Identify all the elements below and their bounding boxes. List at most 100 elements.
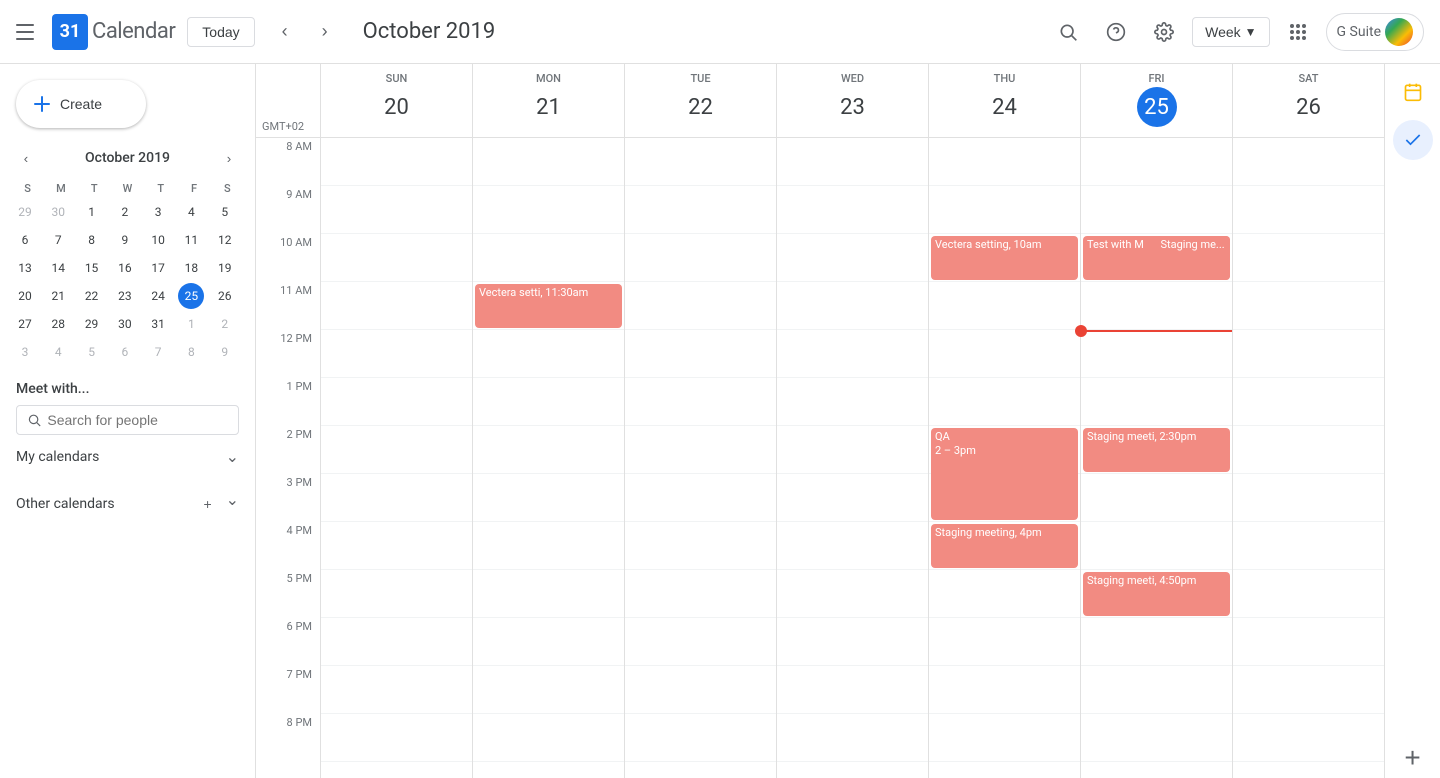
mini-cal-day[interactable]: 17 — [145, 255, 171, 281]
time-label: 10 AM — [256, 234, 320, 282]
mini-cal-day[interactable]: 26 — [212, 283, 238, 309]
mini-cal-day[interactable]: 5 — [79, 339, 105, 365]
mini-cal-day[interactable]: 10 — [145, 227, 171, 253]
apps-button[interactable] — [1278, 12, 1318, 52]
calendar-event[interactable]: Staging meeti, 2:30pm — [1083, 428, 1230, 472]
right-check-icon[interactable] — [1393, 120, 1433, 160]
mini-cal-day[interactable]: 2 — [112, 199, 138, 225]
search-people-field[interactable] — [16, 405, 239, 435]
mini-cal-day[interactable]: 16 — [112, 255, 138, 281]
mini-cal-day[interactable]: 1 — [178, 311, 204, 337]
day-col-3[interactable] — [776, 138, 928, 778]
day-num: 22 — [681, 87, 721, 127]
time-label: 1 PM — [256, 378, 320, 426]
mini-cal-day[interactable]: 21 — [45, 283, 71, 309]
hour-line — [625, 714, 776, 762]
mini-cal-day[interactable]: 30 — [45, 199, 71, 225]
day-col-4[interactable]: Vectera setting, 10am QA 2 – 3pmStaging m… — [928, 138, 1080, 778]
mini-cal-dow: F — [178, 180, 209, 197]
mini-cal-day[interactable]: 12 — [212, 227, 238, 253]
mini-cal-day[interactable]: 11 — [178, 227, 204, 253]
mini-cal-prev[interactable]: ‹ — [12, 144, 40, 172]
app-logo[interactable]: 31 Calendar — [52, 14, 175, 50]
mini-cal-day[interactable]: 5 — [212, 199, 238, 225]
mini-cal-day[interactable]: 30 — [112, 311, 138, 337]
prev-arrow[interactable]: ‹ — [267, 14, 303, 50]
day-col-6[interactable] — [1232, 138, 1384, 778]
mini-cal-day[interactable]: 18 — [178, 255, 204, 281]
day-header-wed[interactable]: WED23 — [776, 64, 928, 137]
mini-cal-day[interactable]: 4 — [178, 199, 204, 225]
day-col-2[interactable] — [624, 138, 776, 778]
help-button[interactable] — [1096, 12, 1136, 52]
week-selector[interactable]: Week ▼ — [1192, 17, 1269, 47]
mini-cal-day[interactable]: 1 — [79, 199, 105, 225]
calendar-event[interactable]: Staging meeti, 4:50pm — [1083, 572, 1230, 616]
mini-cal-day[interactable]: 3 — [145, 199, 171, 225]
settings-button[interactable] — [1144, 12, 1184, 52]
hamburger-icon[interactable] — [16, 20, 40, 44]
mini-cal-day[interactable]: 25 — [178, 283, 204, 309]
hour-line — [473, 186, 624, 234]
hour-line — [777, 138, 928, 186]
right-add-button[interactable]: + — [1393, 738, 1433, 778]
my-calendars-section: My calendars ⌄ — [0, 435, 255, 478]
mini-cal-day[interactable]: 6 — [112, 339, 138, 365]
mini-cal-day[interactable]: 4 — [45, 339, 71, 365]
day-col-5[interactable]: Test with MStaging me...Staging meeti, 2… — [1080, 138, 1232, 778]
mini-cal-day[interactable]: 27 — [12, 311, 38, 337]
mini-cal-day[interactable]: 29 — [12, 199, 38, 225]
day-header-fri[interactable]: FRI25 — [1080, 64, 1232, 137]
logo-box: 31 — [52, 14, 88, 50]
calendar-event[interactable]: Vectera setting, 10am — [931, 236, 1078, 280]
calendar-event[interactable]: Staging me... — [1157, 236, 1231, 280]
search-button[interactable] — [1048, 12, 1088, 52]
right-calendar-icon[interactable] — [1393, 72, 1433, 112]
day-col-1[interactable]: Vectera setti, 11:30am — [472, 138, 624, 778]
mini-cal-day[interactable]: 15 — [79, 255, 105, 281]
mini-cal-day[interactable]: 23 — [112, 283, 138, 309]
today-button[interactable]: Today — [187, 17, 254, 47]
mini-cal-day[interactable]: 7 — [45, 227, 71, 253]
hour-line — [321, 522, 472, 570]
mini-cal-day[interactable]: 22 — [79, 283, 105, 309]
mini-cal-day[interactable]: 14 — [45, 255, 71, 281]
my-calendars-header[interactable]: My calendars ⌄ — [0, 439, 255, 474]
mini-cal-day[interactable]: 29 — [79, 311, 105, 337]
day-header-tue[interactable]: TUE22 — [624, 64, 776, 137]
search-people-input[interactable] — [47, 412, 228, 428]
other-calendars-header[interactable]: Other calendars + ⌄ — [0, 482, 255, 526]
day-col-0[interactable] — [320, 138, 472, 778]
mini-cal-day[interactable]: 13 — [12, 255, 38, 281]
mini-cal-day[interactable]: 9 — [112, 227, 138, 253]
hour-line — [321, 714, 472, 762]
mini-cal-day[interactable]: 28 — [45, 311, 71, 337]
calendar-event[interactable]: Staging meeting, 4pm — [931, 524, 1078, 568]
mini-cal-day[interactable]: 31 — [145, 311, 171, 337]
mini-cal-day[interactable]: 6 — [12, 227, 38, 253]
day-header-sat[interactable]: SAT26 — [1232, 64, 1384, 137]
day-header-mon[interactable]: MON21 — [472, 64, 624, 137]
calendar-event[interactable]: QA 2 – 3pm — [931, 428, 1078, 520]
other-calendars-add[interactable]: + — [194, 490, 222, 518]
mini-cal-day[interactable]: 7 — [145, 339, 171, 365]
next-arrow[interactable]: › — [307, 14, 343, 50]
mini-cal-day[interactable]: 24 — [145, 283, 171, 309]
calendar-event[interactable]: Vectera setti, 11:30am — [475, 284, 622, 328]
mini-cal-day[interactable]: 8 — [178, 339, 204, 365]
my-calendars-chevron: ⌄ — [226, 447, 239, 466]
mini-cal-day[interactable]: 20 — [12, 283, 38, 309]
mini-cal-day[interactable]: 2 — [212, 311, 238, 337]
day-header-sun[interactable]: SUN20 — [320, 64, 472, 137]
mini-cal-day[interactable]: 3 — [12, 339, 38, 365]
mini-cal-day[interactable]: 19 — [212, 255, 238, 281]
hour-line — [1081, 378, 1232, 426]
day-num: 24 — [985, 87, 1025, 127]
hour-line — [1233, 426, 1384, 474]
day-header-thu[interactable]: THU24 — [928, 64, 1080, 137]
gsuite-badge[interactable]: G Suite — [1326, 13, 1424, 51]
mini-cal-next[interactable]: › — [215, 144, 243, 172]
mini-cal-day[interactable]: 9 — [212, 339, 238, 365]
mini-cal-day[interactable]: 8 — [79, 227, 105, 253]
create-button[interactable]: Create — [16, 80, 146, 128]
